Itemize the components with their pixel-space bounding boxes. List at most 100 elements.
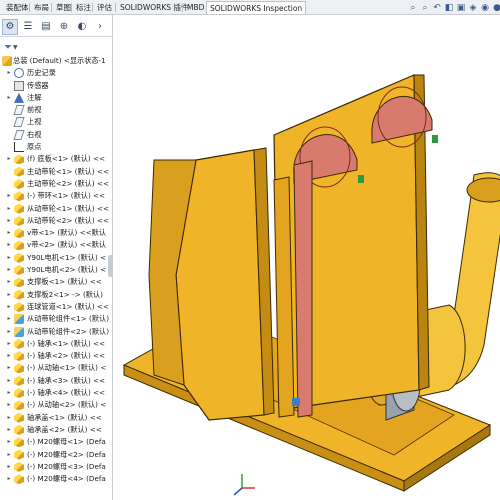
tree-filter[interactable]: ⏷ ▼ (4, 40, 18, 54)
tree-item[interactable]: 主动带轮<1> (默认) << (0, 166, 113, 178)
expand-arrow-icon[interactable]: ▸ (6, 313, 12, 325)
tree-item[interactable]: ▸ Y90L电机<1> (默认) < (0, 252, 113, 264)
expand-arrow-icon[interactable]: ▸ (6, 227, 12, 239)
expand-arrow-icon[interactable]: ▸ (6, 461, 12, 473)
expand-arrow-icon[interactable]: ▸ (6, 301, 12, 313)
tree-item-label: 前视 (27, 105, 42, 115)
tree-item[interactable]: ▸ (-) 轴承<3> (默认) << (0, 375, 113, 387)
tab-5[interactable]: SOLIDWORKS 插件 (117, 1, 191, 14)
view-orientation-icon[interactable]: ▣ (456, 2, 466, 14)
expand-arrow-icon[interactable]: ▸ (6, 67, 12, 79)
tab-1[interactable]: 布局 (31, 1, 52, 14)
zoom-to-fit-icon[interactable]: ⌕ (408, 2, 418, 14)
tree-item[interactable]: ▸ (-) 从动轴<1> (默认) < (0, 362, 113, 374)
part-icon (14, 154, 24, 165)
tree-item[interactable]: ▸ v带<1> (默认) <<默认 (0, 227, 113, 239)
tree-item[interactable]: ▸ 从动带轮组件<2> (默认) (0, 326, 113, 338)
tree-item-label: (f) 底板<1> (默认) << (27, 154, 106, 164)
tree-item[interactable]: ▸ (-) 轴承<1> (默认) << (0, 338, 113, 350)
tree-item[interactable]: 主动带轮<2> (默认) << (0, 178, 113, 190)
expand-arrow-icon[interactable]: ▸ (6, 387, 12, 399)
expand-arrow-icon[interactable]: ▸ (6, 375, 12, 387)
tree-item-label: (-) 带环<1> (默认) << (27, 191, 106, 201)
tree-item[interactable]: ▸ (-) M20螺母<3> (Defa (0, 461, 113, 473)
expand-arrow-icon[interactable]: ▸ (6, 338, 12, 350)
expand-arrow-icon[interactable]: ▸ (6, 362, 12, 374)
tree-item[interactable]: ▸ (-) M20螺母<2> (Defa (0, 449, 113, 461)
tree-item[interactable]: 上视 (0, 116, 113, 128)
tree-item[interactable]: ▸ 从动带轮<1> (默认) << (0, 203, 113, 215)
tree-item[interactable]: ▸ Y90L电机<2> (默认) < (0, 264, 113, 276)
bearing-marker (358, 175, 364, 183)
display-manager-icon: ◐ (77, 21, 87, 32)
tree-item[interactable]: ▸ 轴承盖<2> (默认) << (0, 424, 113, 436)
expand-arrow-icon[interactable]: ▸ (6, 239, 12, 251)
expand-arrow-icon[interactable]: ▸ (6, 92, 12, 104)
tree-item[interactable]: ▸ 从动带轮<2> (默认) << (0, 215, 113, 227)
expand-arrow-icon[interactable]: ▸ (6, 473, 12, 485)
tree-item[interactable]: ▸ 历史记录 (0, 67, 113, 79)
tree-item[interactable]: 前视 (0, 104, 113, 116)
tree-item[interactable]: 原点 (0, 141, 113, 153)
expand-arrow-icon[interactable]: ▸ (6, 190, 12, 202)
tab-7[interactable]: SOLIDWORKS Inspection (206, 1, 307, 14)
graphics-area[interactable] (114, 15, 500, 500)
tab-6[interactable]: MBD (184, 1, 207, 14)
panel-tabs-more[interactable]: › (92, 19, 108, 35)
expand-arrow-icon[interactable]: ▸ (6, 399, 12, 411)
tree-item[interactable]: ▸ 支撑板2<1> -> (默认) (0, 289, 113, 301)
expand-arrow-icon[interactable]: ▸ (6, 449, 12, 461)
tree-item[interactable]: ▸ (-) 带环<1> (默认) << (0, 190, 113, 202)
expand-arrow-icon[interactable]: ▸ (6, 264, 12, 276)
expand-arrow-icon[interactable]: ▸ (6, 412, 12, 424)
appearance-icon[interactable]: ● (492, 2, 500, 14)
expand-arrow-icon[interactable]: ▸ (6, 252, 12, 264)
chevron-down-icon: ▼ (13, 43, 18, 51)
zoom-area-icon[interactable]: ⌕ (420, 2, 430, 14)
expand-arrow-icon[interactable]: ▸ (6, 424, 12, 436)
expand-arrow-icon[interactable]: ▸ (6, 436, 12, 448)
hide-show-icon[interactable]: ◉ (480, 2, 490, 14)
expand-arrow-icon[interactable]: ▸ (6, 276, 12, 288)
property-manager-tab[interactable]: ☰ (20, 19, 36, 35)
expand-arrow-icon[interactable]: ▸ (6, 153, 12, 165)
tree-item[interactable]: 传感器 (0, 80, 113, 92)
tree-item[interactable]: ▸ (f) 底板<1> (默认) << (0, 153, 113, 165)
tree-item[interactable]: ▸ 轴承盖<1> (默认) << (0, 412, 113, 424)
tab-3[interactable]: 标注 (73, 1, 94, 14)
tree-item[interactable]: ▸ 连球管道<1> (默认) << (0, 301, 113, 313)
tree-item[interactable]: 右视 (0, 129, 113, 141)
expand-arrow-icon[interactable]: ▸ (6, 326, 12, 338)
tab-4[interactable]: 评估 (94, 1, 115, 14)
assembly-model-view[interactable] (114, 15, 500, 500)
expand-arrow-icon[interactable]: ▸ (6, 289, 12, 301)
tree-item-label: (-) 轴承<1> (默认) << (27, 338, 106, 348)
part-icon (14, 400, 24, 411)
previous-view-icon[interactable]: ↶ (432, 2, 442, 14)
tree-item[interactable]: ▸ 支撑板<1> (默认) << (0, 276, 113, 288)
tree-item[interactable]: ▸ 从动带轮组件<1> (默认) (0, 313, 113, 325)
tab-separator (182, 3, 183, 12)
configuration-manager-tab[interactable]: ▤ (38, 19, 54, 35)
tree-item[interactable]: ▸ (-) 轴承<4> (默认) << (0, 387, 113, 399)
tree-item[interactable]: ▸ (-) 轴承<2> (默认) << (0, 350, 113, 362)
expand-arrow-icon[interactable]: ▸ (6, 350, 12, 362)
part-icon (14, 474, 24, 485)
tree-item[interactable]: ▸ 注解 (0, 92, 113, 104)
dimxpert-manager-tab[interactable]: ⊕ (56, 19, 72, 35)
expand-arrow-icon[interactable]: ▸ (6, 203, 12, 215)
part-icon (14, 437, 24, 448)
tab-0[interactable]: 装配体 (3, 1, 32, 14)
tree-item[interactable]: ▸ (-) M20螺母<1> (Defa (0, 436, 113, 448)
display-style-icon[interactable]: ◈ (468, 2, 478, 14)
section-view-icon[interactable]: ◧ (444, 2, 454, 14)
tree-item[interactable]: ▸ (-) 从动轴<2> (默认) < (0, 399, 113, 411)
tree-item-label: 上视 (27, 117, 42, 127)
tree-root-assembly[interactable]: 总装 (Default) <显示状态-1 (0, 55, 113, 67)
tree-item[interactable]: ▸ (-) M20螺母<4> (Defa (0, 473, 113, 485)
panel-splitter-handle[interactable] (108, 255, 113, 277)
display-manager-tab[interactable]: ◐ (74, 19, 90, 35)
feature-manager-tab[interactable]: ⚙ (2, 18, 18, 35)
tree-item[interactable]: ▸ v带<2> (默认) <<默认 (0, 239, 113, 251)
expand-arrow-icon[interactable]: ▸ (6, 215, 12, 227)
